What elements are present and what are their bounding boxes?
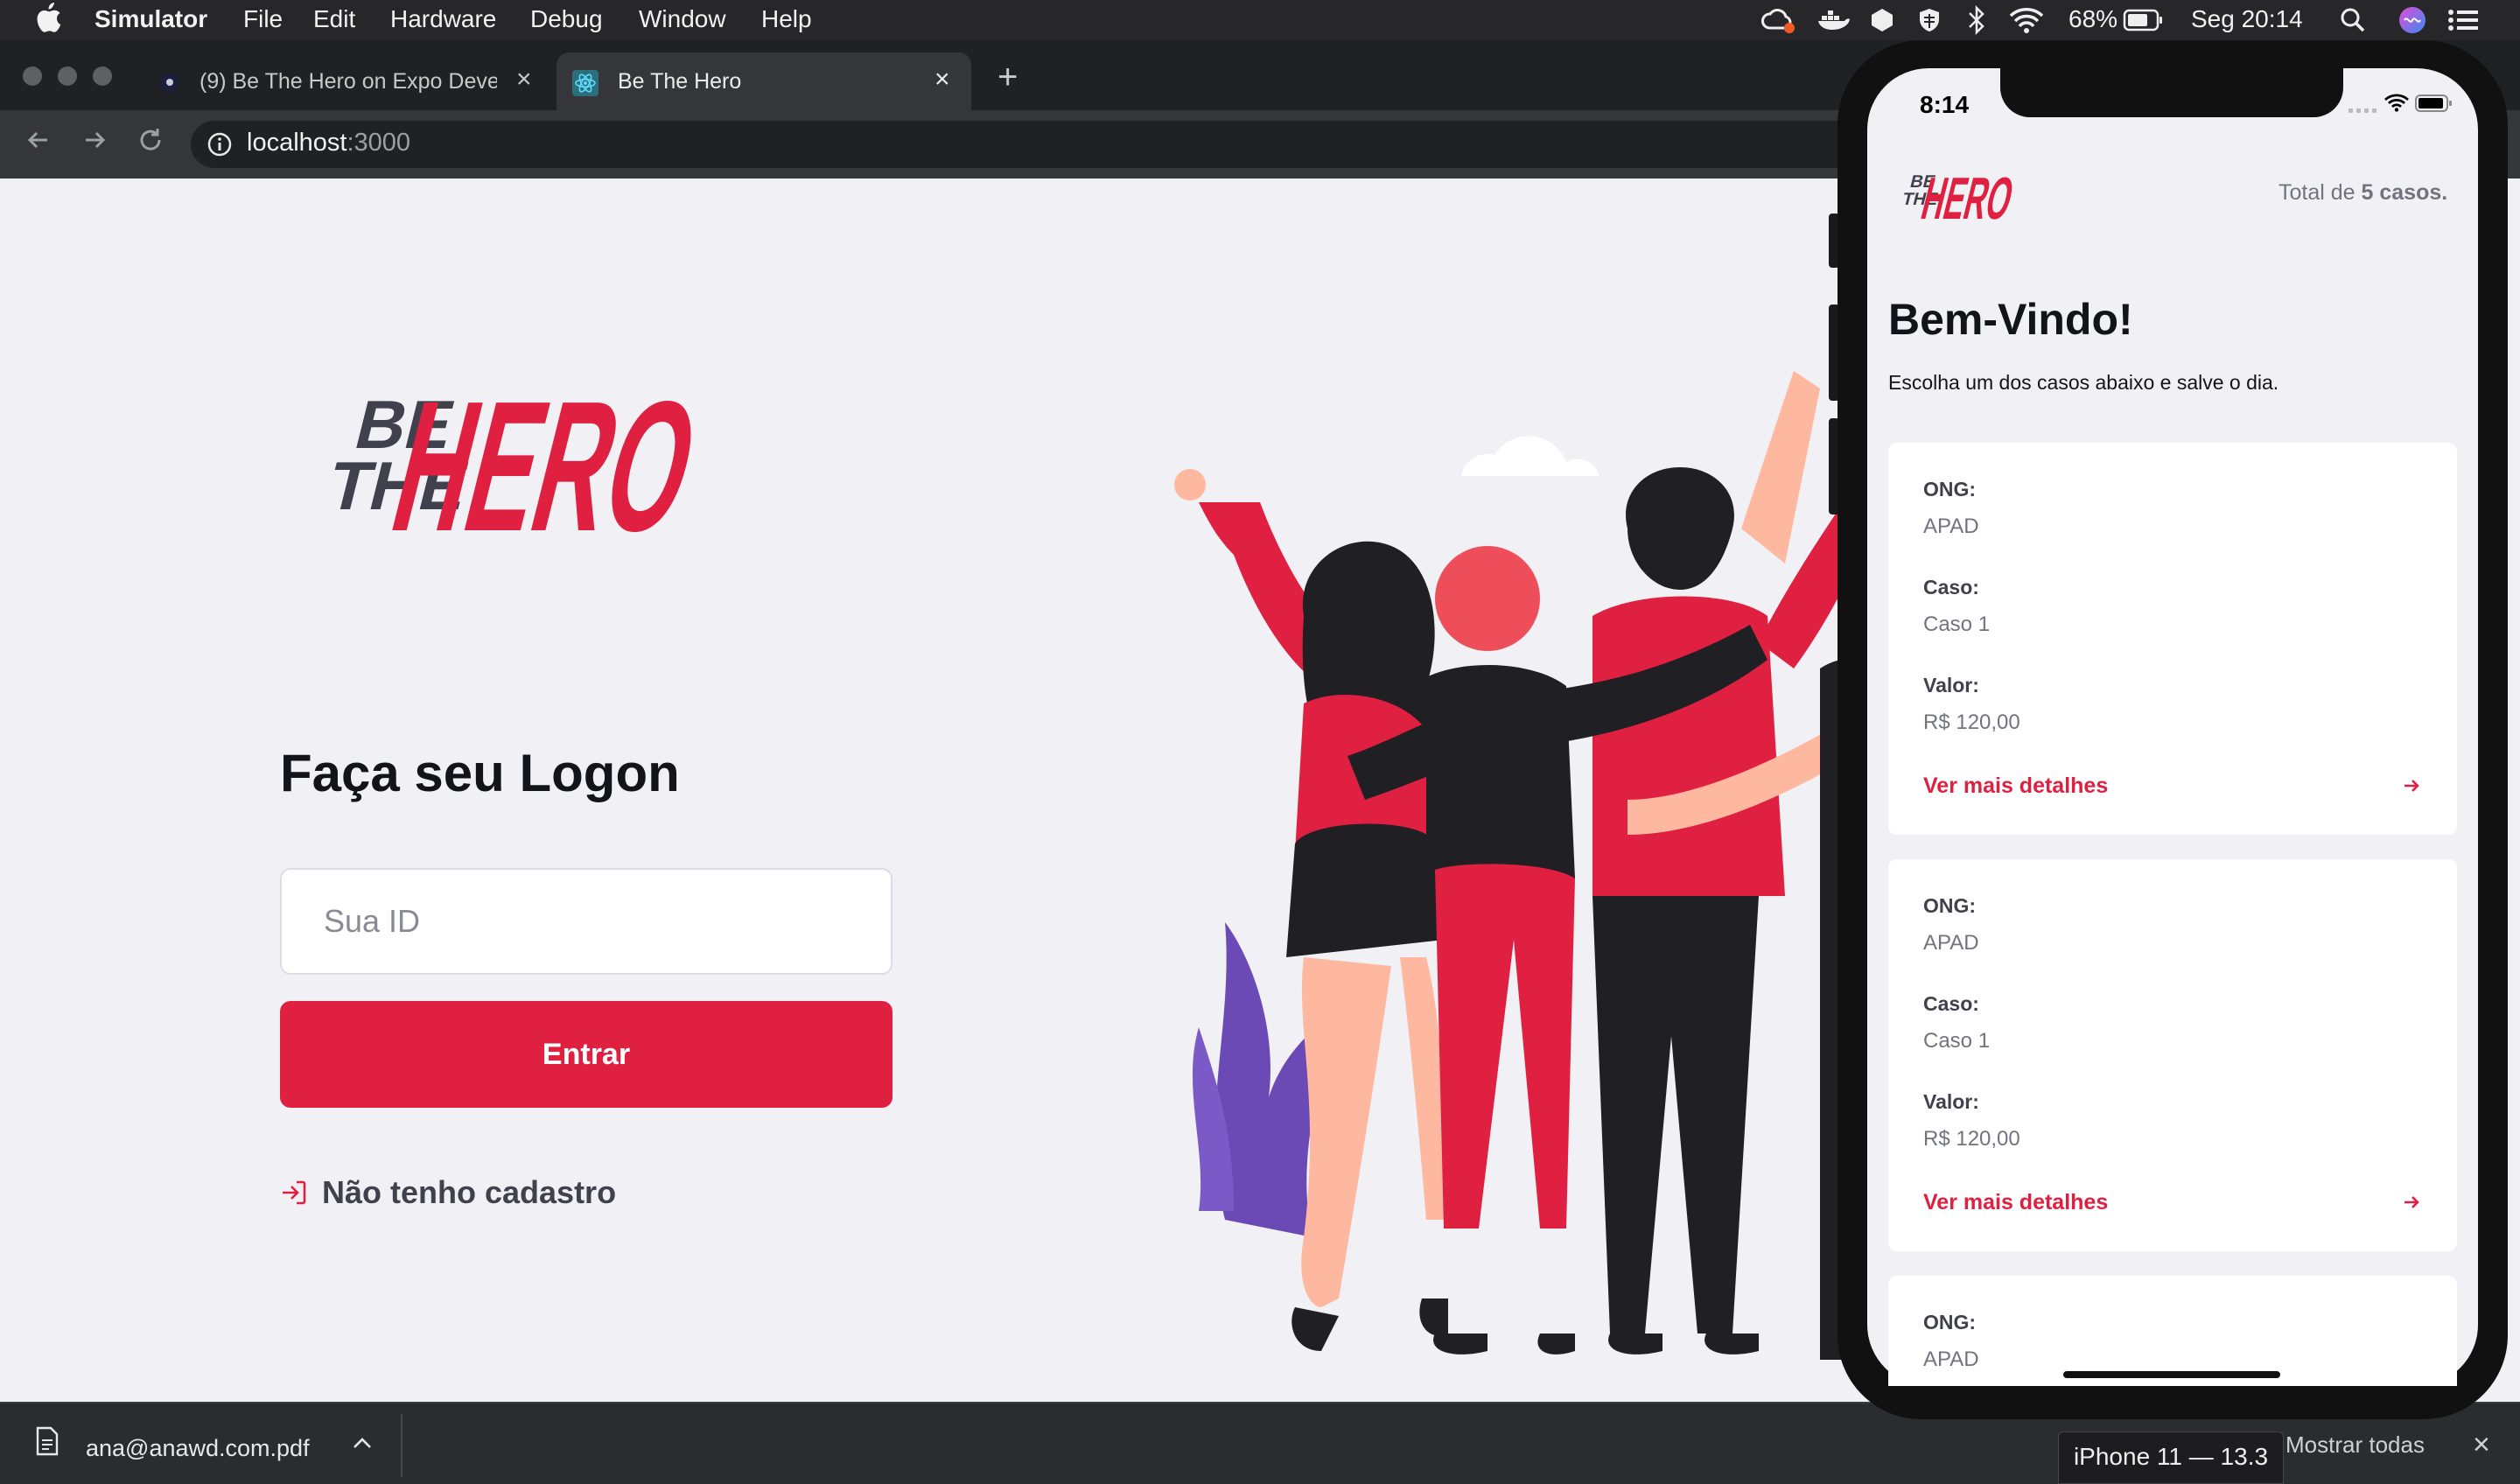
- window-zoom-button[interactable]: [93, 66, 112, 86]
- menu-file[interactable]: File: [243, 5, 283, 33]
- case-value: Caso 1: [1923, 1029, 1991, 1053]
- tab-expo-devtools[interactable]: (9) Be The Hero on Expo Devel ×: [149, 52, 551, 110]
- shield-icon[interactable]: [1916, 7, 1942, 39]
- ong-id-input[interactable]: [280, 868, 892, 975]
- docker-icon[interactable]: [1816, 7, 1852, 39]
- log-in-icon: [280, 1178, 308, 1214]
- menu-help[interactable]: Help: [761, 5, 812, 33]
- iphone-notch: [2000, 68, 2343, 117]
- cellular-signal-icon: [2348, 100, 2378, 118]
- site-info-icon[interactable]: [206, 131, 233, 162]
- value-amount: R$ 120,00: [1923, 1127, 2020, 1151]
- show-all-downloads-button[interactable]: Mostrar todas: [2286, 1432, 2425, 1459]
- reload-icon[interactable]: [136, 126, 164, 158]
- tab-close-icon[interactable]: ×: [516, 65, 532, 94]
- tab-title: (9) Be The Hero on Expo Devel: [200, 69, 497, 94]
- menu-window[interactable]: Window: [639, 5, 726, 33]
- logo-hero-text: HERO: [375, 364, 716, 560]
- case-label: Caso:: [1923, 992, 1979, 1015]
- heroes-illustration: [1172, 266, 1872, 1386]
- ong-label: ONG:: [1923, 1311, 1977, 1334]
- window-minimize-button[interactable]: [58, 66, 77, 86]
- value-label: Valor:: [1923, 674, 1979, 696]
- react-favicon-icon: [572, 70, 598, 102]
- home-indicator[interactable]: [2063, 1371, 2280, 1378]
- app-logo: BE THE HERO: [1888, 159, 2028, 232]
- hexagon-app-icon[interactable]: [1869, 7, 1895, 39]
- url-host: localhost: [247, 129, 347, 157]
- forward-arrow-icon[interactable]: [80, 126, 108, 158]
- tab-title: Be The Hero: [618, 69, 742, 94]
- apple-icon[interactable]: [35, 2, 61, 39]
- control-center-icon[interactable]: [2446, 7, 2482, 39]
- download-item-filename[interactable]: ana@anawd.com.pdf: [86, 1435, 310, 1462]
- menu-hardware[interactable]: Hardware: [390, 5, 496, 33]
- see-details-button[interactable]: Ver mais detalhes: [1923, 1190, 2108, 1215]
- menubar-clock[interactable]: Seg 20:14: [2191, 5, 2303, 33]
- menu-edit[interactable]: Edit: [313, 5, 355, 33]
- url-text[interactable]: localhost:3000: [247, 129, 410, 158]
- chevron-up-icon[interactable]: [350, 1433, 374, 1457]
- logon-heading: Faça seu Logon: [280, 744, 680, 802]
- back-arrow-icon[interactable]: [24, 126, 52, 158]
- url-port: :3000: [346, 129, 411, 157]
- welcome-title: Bem-Vindo!: [1888, 295, 2133, 344]
- expo-favicon-icon: [159, 72, 180, 99]
- creative-cloud-icon[interactable]: [1760, 7, 1796, 39]
- enter-button[interactable]: Entrar: [280, 1001, 892, 1108]
- see-details-button[interactable]: Ver mais detalhes: [1923, 774, 2108, 799]
- menu-debug[interactable]: Debug: [530, 5, 603, 33]
- tab-be-the-hero[interactable]: Be The Hero ×: [556, 52, 971, 110]
- status-bar-time: 8:14: [1920, 91, 1970, 118]
- window-close-button[interactable]: [23, 66, 42, 86]
- incident-card: ONG: APAD Caso: Caso 1 Valor: R$ 120,00 …: [1888, 443, 2457, 835]
- battery-icon[interactable]: [2123, 9, 2163, 38]
- arrow-right-icon[interactable]: [2401, 775, 2422, 801]
- menu-app-name[interactable]: Simulator: [94, 5, 207, 33]
- case-label: Caso:: [1923, 576, 1979, 598]
- total-cases-text: Total de 5 casos.: [2278, 180, 2447, 206]
- battery-percent: 68%: [2068, 5, 2118, 32]
- phone-wifi-icon: [2384, 93, 2410, 116]
- new-tab-icon[interactable]: +: [998, 58, 1018, 97]
- ong-value: APAD: [1923, 514, 1979, 538]
- ong-value: APAD: [1923, 1348, 1979, 1371]
- simulator-device-label: iPhone 11 — 13.3: [2058, 1432, 2284, 1484]
- total-count: 5 casos.: [2361, 180, 2448, 205]
- ong-value: APAD: [1923, 931, 1979, 955]
- arrow-right-icon[interactable]: [2401, 1192, 2422, 1217]
- incident-card: ONG: APAD: [1888, 1276, 2457, 1386]
- phone-battery-icon: [2415, 94, 2454, 116]
- tab-close-icon[interactable]: ×: [934, 65, 950, 94]
- spotlight-search-icon[interactable]: [2340, 7, 2366, 39]
- welcome-description: Escolha um dos casos abaixo e salve o di…: [1888, 371, 2279, 394]
- downloads-divider: [401, 1414, 402, 1477]
- ong-label: ONG:: [1923, 478, 1977, 500]
- register-link-label: Não tenho cadastro: [322, 1174, 617, 1210]
- value-label: Valor:: [1923, 1090, 1979, 1113]
- total-prefix: Total de: [2278, 180, 2362, 205]
- be-the-hero-logo: BE THE HERO: [278, 362, 724, 570]
- incident-card: ONG: APAD Caso: Caso 1 Valor: R$ 120,00 …: [1888, 859, 2457, 1251]
- bluetooth-icon[interactable]: [1967, 4, 1986, 41]
- macos-menubar: Simulator File Edit Hardware Debug Windo…: [0, 0, 2520, 40]
- ong-label: ONG:: [1923, 894, 1977, 917]
- siri-icon[interactable]: [2398, 5, 2427, 41]
- wifi-icon[interactable]: [2009, 7, 2044, 39]
- app-logo-hero: HERO: [1915, 164, 2020, 226]
- pdf-file-icon: [35, 1426, 60, 1460]
- value-amount: R$ 120,00: [1923, 710, 2020, 734]
- close-downloads-icon[interactable]: ×: [2473, 1428, 2490, 1462]
- case-value: Caso 1: [1923, 612, 1991, 636]
